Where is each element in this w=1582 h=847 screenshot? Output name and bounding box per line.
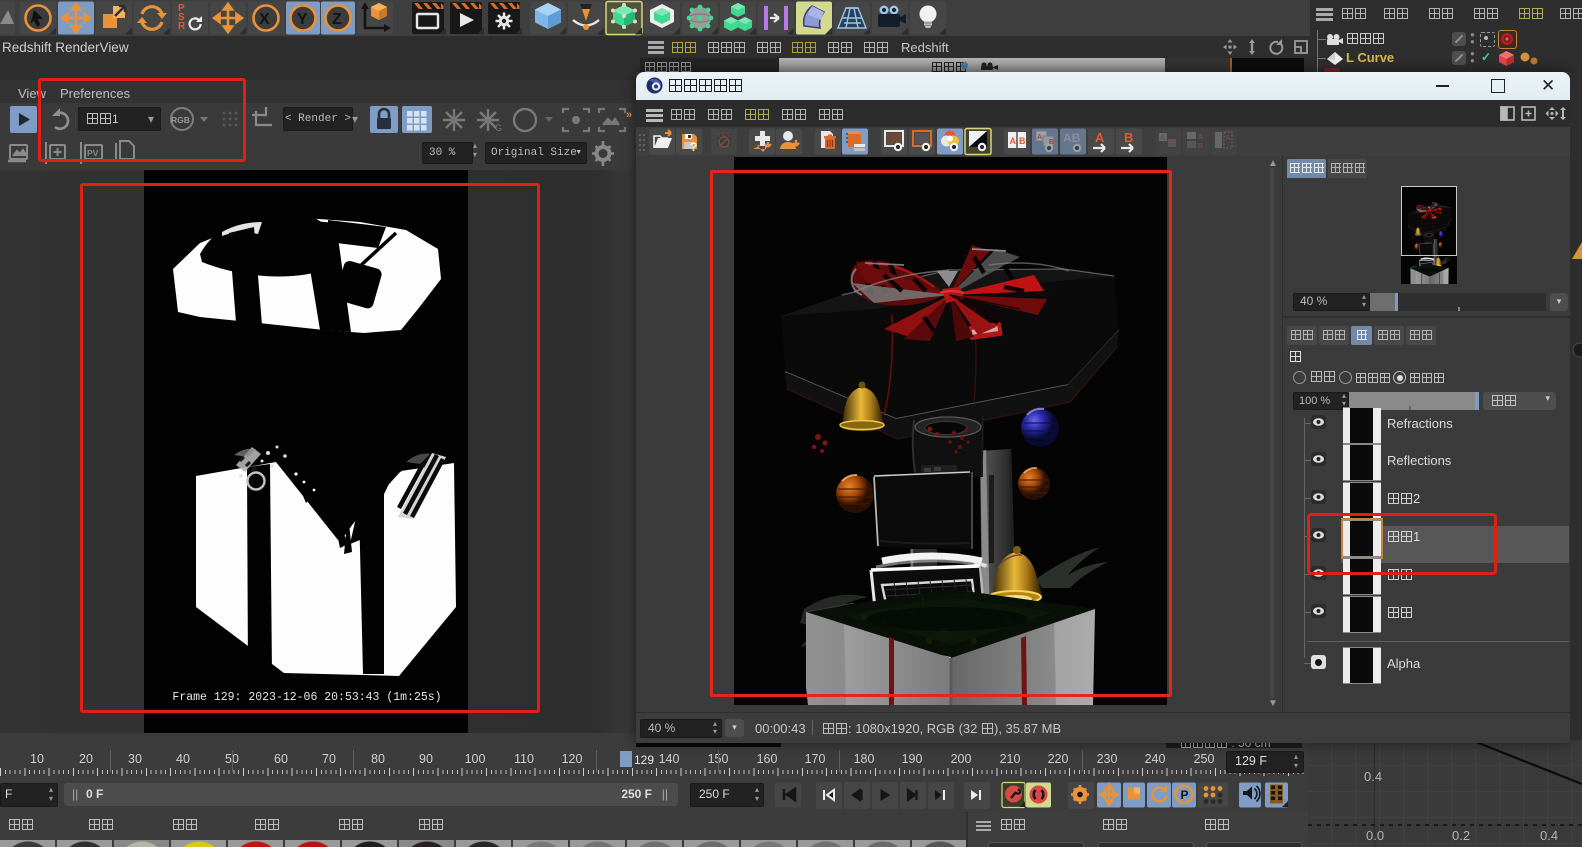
svg-text:A: A	[1198, 134, 1203, 141]
svg-text:B: B	[1198, 143, 1203, 150]
svg-text:A: A	[1010, 136, 1017, 146]
svg-text:X: X	[259, 11, 270, 28]
svg-text:A: A	[1160, 135, 1165, 142]
svg-text:?: ?	[690, 140, 697, 154]
svg-text:B: B	[1124, 130, 1133, 145]
svg-text:Y: Y	[297, 11, 308, 28]
svg-text:B: B	[1169, 141, 1174, 148]
svg-text:A: A	[1095, 130, 1105, 145]
svg-text:A: A	[1037, 134, 1042, 141]
svg-text:A: A	[1226, 135, 1231, 142]
svg-text:AB: AB	[1063, 131, 1081, 145]
svg-text:R: R	[178, 21, 186, 32]
svg-text:Z: Z	[332, 11, 342, 28]
svg-text:B: B	[1019, 136, 1026, 146]
svg-text:P: P	[1181, 788, 1189, 802]
svg-text:G: G	[495, 123, 502, 133]
